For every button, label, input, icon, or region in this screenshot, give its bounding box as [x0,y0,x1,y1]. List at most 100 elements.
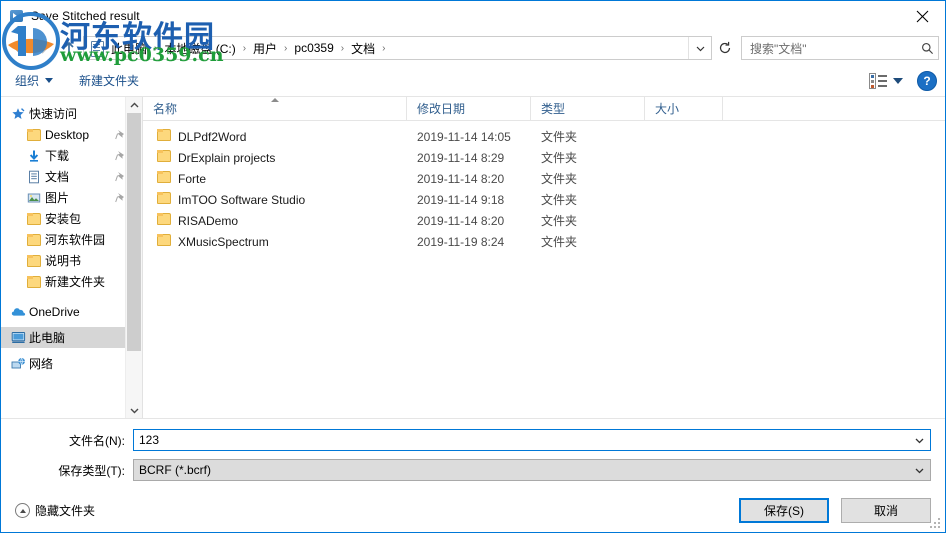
details-view-icon[interactable] [869,72,887,89]
scroll-down-icon[interactable] [126,402,142,418]
table-row[interactable]: DLPdf2Word 2019-11-14 14:05 文件夹 [143,126,945,147]
table-row[interactable]: DrExplain projects 2019-11-14 8:29 文件夹 [143,147,945,168]
folder-icon [27,233,45,246]
resize-grip[interactable] [930,518,942,530]
sidebar-item-quick-access[interactable]: 快速访问 [1,103,142,124]
file-date-cell: 2019-11-14 8:20 [417,213,505,228]
window-title: Save Stitched result [31,9,140,23]
sidebar-item-this-pc[interactable]: 此电脑 [1,327,142,348]
file-type-cell: 文件夹 [541,235,578,249]
folder-icon [157,171,171,186]
column-header-date[interactable]: 修改日期 [407,97,531,120]
filename-row: 文件名(N): 123 [15,429,931,451]
help-label: ? [923,73,931,88]
sidebar-item-downloads[interactable]: 下载 [1,145,142,166]
breadcrumb-item-0[interactable]: 此电脑 [109,40,149,57]
breadcrumb-separator[interactable]: › [336,43,349,54]
save-button-label: 保存(S) [764,504,804,518]
breadcrumb-separator[interactable]: › [377,43,390,54]
pictures-icon [27,191,45,205]
column-header-type[interactable]: 类型 [531,97,645,120]
search-box[interactable]: 搜索"文档" [741,36,939,60]
sidebar-item-install-packages[interactable]: 安装包 [1,208,142,229]
sidebar-item-label: 网络 [29,357,54,371]
sidebar-item-network[interactable]: 网络 [1,353,142,374]
breadcrumb-separator[interactable]: › [149,43,162,54]
chevron-down-icon [696,46,704,51]
breadcrumb-separator[interactable]: › [238,43,251,54]
file-list-rows: DLPdf2Word 2019-11-14 14:05 文件夹 DrExplai… [143,121,945,418]
filename-label: 文件名(N): [69,433,125,448]
back-button[interactable] [5,35,31,61]
organize-button[interactable]: 组织 [15,72,54,89]
savetype-select[interactable]: BCRF (*.bcrf) [133,459,931,481]
table-row[interactable]: RISADemo 2019-11-14 8:20 文件夹 [143,210,945,231]
scroll-up-icon[interactable] [126,97,142,113]
breadcrumb-separator[interactable]: › [279,43,292,54]
breadcrumb: 此电脑 › 本地磁盘 (C:) › 用户 › pc0359 › 文档 › [109,40,688,57]
sidebar-item-label: 文档 [45,170,70,184]
this-pc-icon [11,331,29,344]
cancel-button-label: 取消 [873,504,898,518]
breadcrumb-item-3[interactable]: pc0359 [292,41,335,55]
sort-ascending-icon [270,98,279,102]
column-header-label: 类型 [541,102,566,116]
table-row[interactable]: XMusicSpectrum 2019-11-19 8:24 文件夹 [143,231,945,252]
savetype-chevron-down-icon[interactable] [908,460,930,480]
sidebar-list: 快速访问 Desktop 下载 文档 图片 安装包 河东软件园 说明书 新建文件… [1,97,142,374]
file-name-cell: XMusicSpectrum [143,234,407,249]
sidebar-item-new-folder[interactable]: 新建文件夹 [1,271,142,292]
breadcrumb-item-4[interactable]: 文档 [349,40,377,57]
file-name-cell: DrExplain projects [143,150,407,165]
column-header-name[interactable]: 名称 [143,97,407,120]
close-icon [916,10,928,22]
search-input[interactable]: 搜索"文档" [742,40,916,57]
folder-icon [27,254,45,267]
save-dialog-icon [9,8,25,24]
organize-label: 组织 [15,74,40,88]
toolbar: 组织 新建文件夹 ? [1,65,945,97]
sidebar-scrollbar-thumb[interactable] [127,113,141,351]
table-row[interactable]: Forte 2019-11-14 8:20 文件夹 [143,168,945,189]
column-header-size[interactable]: 大小 [645,97,723,120]
download-icon [27,149,45,163]
address-bar[interactable]: 此电脑 › 本地磁盘 (C:) › 用户 › pc0359 › 文档 › [83,36,712,60]
save-form: 文件名(N): 123 保存类型(T): BCRF (*.bcrf) [1,419,945,489]
refresh-button[interactable] [712,35,738,61]
table-row[interactable]: ImTOO Software Studio 2019-11-14 9:18 文件… [143,189,945,210]
close-button[interactable] [899,1,945,31]
file-name-label: DLPdf2Word [178,129,247,144]
sidebar-item-onedrive[interactable]: OneDrive [1,301,142,322]
sidebar-item-manual[interactable]: 说明书 [1,250,142,271]
breadcrumb-item-2[interactable]: 用户 [251,40,279,57]
address-dropdown-button[interactable] [688,37,711,59]
file-type-cell: 文件夹 [541,151,578,165]
sidebar-item-label: OneDrive [29,304,80,319]
view-options-chevron-down-icon[interactable] [893,77,903,84]
savetype-value[interactable]: BCRF (*.bcrf) [134,463,908,477]
help-icon[interactable]: ? [917,70,937,91]
save-button[interactable]: 保存(S) [739,498,829,523]
sidebar-scrollbar[interactable] [125,97,142,418]
onedrive-icon [11,305,29,318]
filename-value[interactable]: 123 [134,433,908,447]
savetype-label: 保存类型(T): [58,463,125,478]
hide-folders-button[interactable]: 隐藏文件夹 [15,502,95,519]
sidebar-item-hedong-software[interactable]: 河东软件园 [1,229,142,250]
sidebar-item-desktop[interactable]: Desktop [1,124,142,145]
cancel-button[interactable]: 取消 [841,498,931,523]
breadcrumb-item-1[interactable]: 本地磁盘 (C:) [162,40,237,57]
forward-button[interactable] [31,35,57,61]
new-folder-button[interactable]: 新建文件夹 [79,72,139,89]
up-button[interactable] [57,35,81,61]
file-date-cell: 2019-11-14 9:18 [417,192,505,207]
sidebar-item-documents[interactable]: 文档 [1,166,142,187]
filename-input[interactable]: 123 [133,429,931,451]
sidebar-item-label: 河东软件园 [45,233,106,247]
sidebar-item-label: 图片 [45,191,70,205]
file-name-label: RISADemo [178,213,239,228]
filename-chevron-down-icon[interactable] [908,430,930,450]
sidebar-item-pictures[interactable]: 图片 [1,187,142,208]
file-date-cell: 2019-11-19 8:24 [417,234,505,249]
